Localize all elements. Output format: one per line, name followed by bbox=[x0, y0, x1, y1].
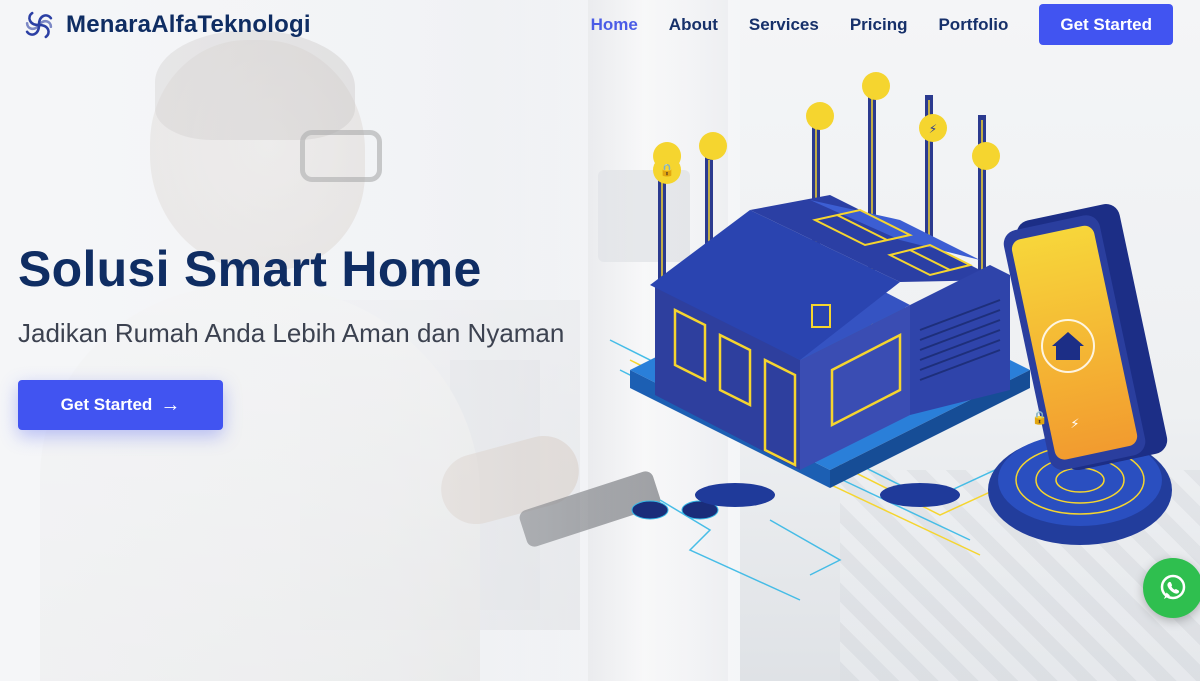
hero-get-started-button[interactable]: Get Started → bbox=[18, 380, 223, 430]
header-get-started-button[interactable]: Get Started bbox=[1039, 4, 1173, 45]
brand-name: MenaraAlfaTeknologi bbox=[66, 11, 311, 38]
hero-title: Solusi Smart Home bbox=[18, 241, 482, 297]
nav-pricing[interactable]: Pricing bbox=[850, 15, 908, 35]
nav-services[interactable]: Services bbox=[749, 15, 819, 35]
svg-text:⚡: ⚡ bbox=[929, 122, 937, 136]
nav-about[interactable]: About bbox=[669, 15, 718, 35]
whatsapp-icon bbox=[1160, 574, 1186, 600]
whatsapp-button[interactable] bbox=[1143, 558, 1200, 618]
swirl-logo-icon bbox=[25, 11, 53, 39]
svg-text:🔒: 🔒 bbox=[660, 163, 675, 177]
arrow-right-icon: → bbox=[160, 394, 181, 416]
nav-portfolio[interactable]: Portfolio bbox=[938, 15, 1008, 35]
hero-subtitle: Jadikan Rumah Anda Lebih Aman dan Nyaman bbox=[18, 318, 565, 348]
svg-text:🔒: 🔒 bbox=[1032, 411, 1048, 426]
smart-home-illustration: 🔒 ⚡ 🔒 ⚡ bbox=[609, 72, 1172, 601]
svg-text:⚡: ⚡ bbox=[1070, 417, 1079, 432]
hero-cta-label: Get Started bbox=[60, 395, 153, 414]
main-nav: Home About Services Pricing Portfolio Ge… bbox=[560, 4, 1173, 45]
brand-logo[interactable]: MenaraAlfaTeknologi bbox=[22, 8, 311, 42]
nav-home[interactable]: Home bbox=[591, 15, 638, 35]
site-header: MenaraAlfaTeknologi Home About Services … bbox=[0, 0, 1200, 50]
